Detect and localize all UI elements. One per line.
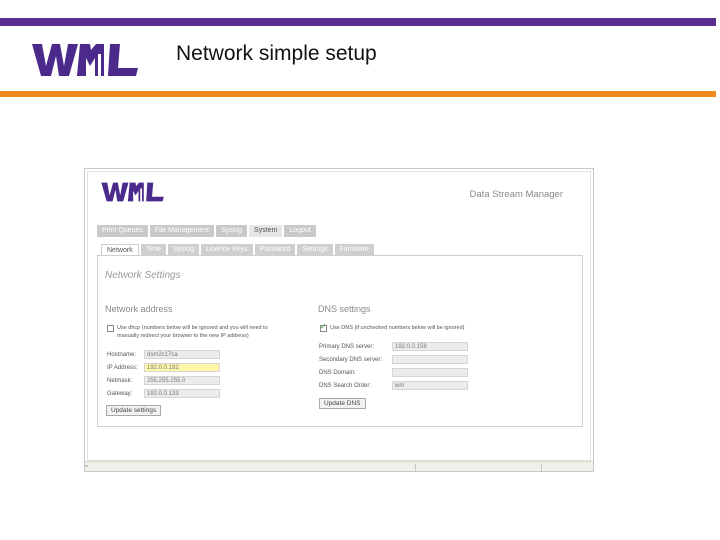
- update-dns-button[interactable]: Update DNS: [319, 398, 366, 409]
- dns-search-order-input[interactable]: wm: [392, 381, 468, 390]
- panel-title: Network Settings: [105, 270, 181, 281]
- secondary-dns-row: Secondary DNS server:: [319, 355, 468, 364]
- ip-address-label: IP Address:: [107, 364, 138, 371]
- dhcp-checkbox[interactable]: [107, 325, 114, 332]
- hostname-input[interactable]: dsm2c17ca: [144, 350, 220, 359]
- primary-dns-label: Primary DNS server:: [319, 343, 375, 350]
- dns-domain-input[interactable]: [392, 368, 468, 377]
- page-icon: ▫: [85, 463, 88, 470]
- network-address-title: Network address: [105, 304, 173, 314]
- network-settings-panel: Network Settings Network address Use dhc…: [97, 255, 583, 427]
- dns-checkbox[interactable]: [320, 322, 327, 332]
- wml-logo-icon: [32, 44, 138, 76]
- app-title: Data Stream Manager: [469, 189, 563, 200]
- netmask-label: Netmask:: [107, 377, 133, 384]
- dns-option: Use DNS (if unchecked numbers below will…: [320, 322, 510, 332]
- slide-bottom-bar: [0, 91, 716, 97]
- netmask-input[interactable]: 255.255.255.0: [144, 376, 220, 385]
- ip-address-input[interactable]: 192.0.0.192: [144, 363, 220, 372]
- dns-domain-row: DNS Domain:: [319, 368, 468, 377]
- dhcp-option: Use dhcp (numbers below will be ignored …: [107, 324, 287, 340]
- dns-label: Use DNS (if unchecked numbers below will…: [330, 325, 465, 331]
- primary-dns-row: Primary DNS server: 192.0.0.158: [319, 342, 468, 351]
- hostname-row: Hostname: dsm2c17ca: [107, 350, 220, 359]
- dhcp-label: Use dhcp (numbers below will be ignored …: [117, 325, 268, 339]
- slide-title: Network simple setup: [176, 42, 377, 65]
- secondary-dns-input[interactable]: [392, 355, 468, 364]
- browser-status-bar: ▫: [85, 461, 593, 471]
- update-settings-button[interactable]: Update settings: [106, 405, 162, 416]
- ip-address-row: IP Address: 192.0.0.192: [107, 363, 220, 372]
- secondary-dns-label: Secondary DNS server:: [319, 356, 383, 363]
- tab-syslog[interactable]: Syslog: [215, 225, 247, 237]
- dns-search-order-label: DNS Search Order:: [319, 382, 372, 389]
- gateway-label: Gateway:: [107, 390, 133, 397]
- app-screenshot: Data Stream Manager Print Queues File Ma…: [84, 168, 594, 472]
- tab-file-management[interactable]: File Management: [149, 225, 214, 237]
- dns-domain-label: DNS Domain:: [319, 369, 356, 376]
- slide-top-bar: [0, 18, 716, 26]
- netmask-row: Netmask: 255.255.255.0: [107, 376, 220, 385]
- dns-settings-title: DNS settings: [318, 304, 371, 314]
- primary-dns-input[interactable]: 192.0.0.158: [392, 342, 468, 351]
- tab-system[interactable]: System: [248, 225, 283, 237]
- tab-logout[interactable]: Logout: [284, 225, 316, 237]
- gateway-input[interactable]: 192.0.0.133: [144, 389, 220, 398]
- app-logo-icon: [101, 182, 164, 202]
- main-tab-bar: Print Queues File Management Syslog Syst…: [97, 225, 316, 237]
- gateway-row: Gateway: 192.0.0.133: [107, 389, 220, 398]
- tab-print-queues[interactable]: Print Queues: [97, 225, 148, 237]
- hostname-label: Hostname:: [107, 351, 137, 358]
- dns-search-order-row: DNS Search Order: wm: [319, 381, 468, 390]
